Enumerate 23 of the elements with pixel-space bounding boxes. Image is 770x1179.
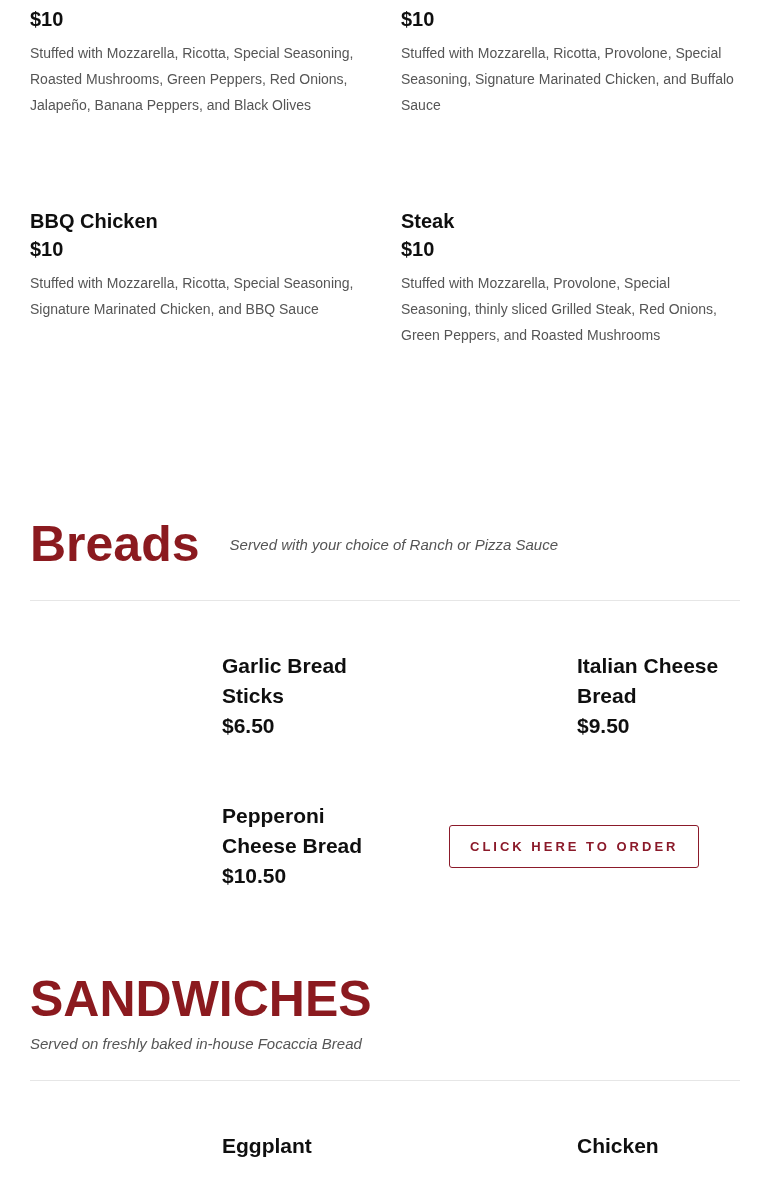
section-title: Breads [30,516,200,572]
item-price: $9.50 [577,713,631,739]
section-subtitle: Served on freshly baked in-house Focaccia Bread [30,1035,363,1052]
item-price: $10 [30,7,65,32]
item-name: BBQ Chicken [30,209,159,234]
item-name: Italian Cheese Bread [577,653,720,709]
item-price: $6.50 [222,713,276,739]
item-price: $10 [401,7,436,32]
section-title: SANDWICHES [30,971,373,1027]
item-price: $10 [30,237,65,262]
item-price: $10 [401,237,436,262]
item-name: Pepperoni Cheese Bread [222,803,364,859]
item-name: Steak [401,209,456,234]
section-subtitle: Served with your choice of Ranch or Pizza Sauce [229,535,559,553]
item-name: Garlic Bread Sticks [222,653,348,709]
item-description: Stuffed with Mozzarella, Provolone, Special Seasoning, thinly sliced Grilled Steak, Red Onions, Green Peppers, and Roasted Mushrooms [401,274,718,345]
item-description: Stuffed with Mozzarella, Ricotta, Special Seasoning, Signature Marinated Chicken, and BBQ Sauce [30,274,355,319]
item-price: $10.50 [222,863,288,889]
item-name: Eggplant [222,1133,313,1159]
item-description: Stuffed with Mozzarella, Ricotta, Provolone, Special Seasoning, Signature Marinated Chicken, and Buffalo Sauce [401,44,735,115]
item-name: Chicken [577,1133,660,1159]
order-button[interactable]: CLICK HERE TO ORDER [449,824,700,868]
item-description: Stuffed with Mozzarella, Ricotta, Special Seasoning, Roasted Mushrooms, Green Peppers, Red Onions, Jalapeño, Banana Peppers, and Black Olives [30,44,355,115]
